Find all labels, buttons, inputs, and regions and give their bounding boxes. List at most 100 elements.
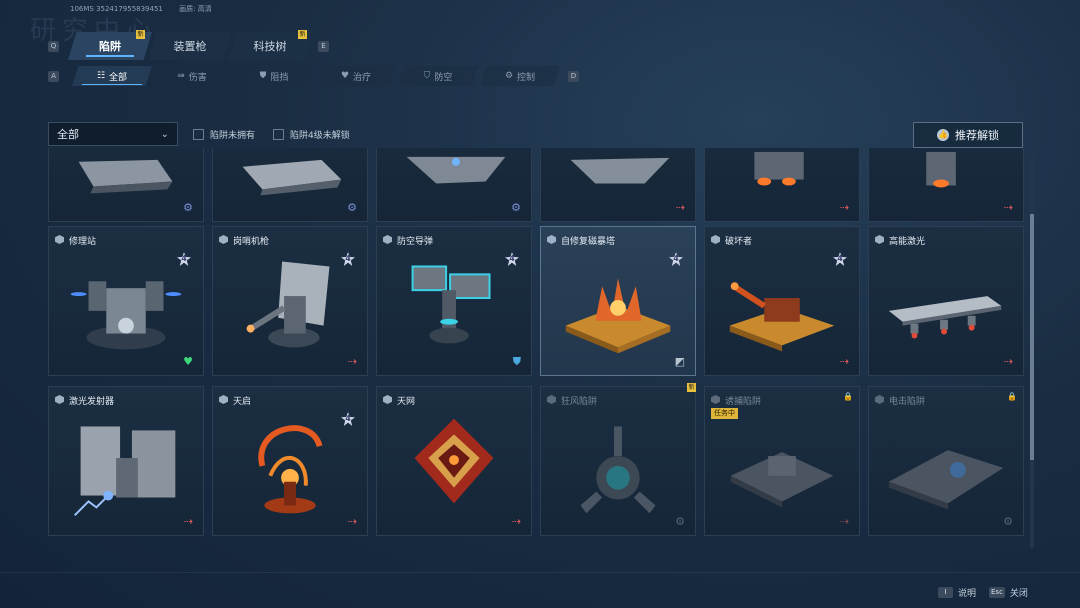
trap-type-icon [547, 395, 556, 404]
heart-icon[interactable]: ♥ [183, 356, 193, 367]
trap-card-partial[interactable]: ⚙ [376, 148, 532, 222]
trap-type-icon [711, 395, 720, 404]
level-star-badge: 4 [833, 252, 847, 266]
trap-card-gale-trap[interactable]: 狂风陷阱 新 ⚙ [540, 383, 696, 536]
arrow-right-icon[interactable]: ⇢ [840, 202, 849, 213]
arrow-right-icon[interactable]: ⇢ [840, 356, 849, 367]
recommend-unlock-label: 推荐解锁 [955, 129, 999, 142]
trap-model-image [258, 425, 323, 514]
trap-model-image [926, 151, 956, 188]
prev-subtab-key[interactable]: A [48, 71, 59, 82]
trap-model-image [414, 418, 494, 504]
trap-card-apocalypse[interactable]: 天启 4 ⇢ [212, 386, 368, 536]
tab-tech-tree-label: 科技树 [253, 40, 287, 53]
footer-divider [0, 572, 1080, 573]
trap-model-image [565, 278, 671, 354]
arrow-right-icon[interactable]: ⇢ [676, 202, 685, 213]
subtab-control-label: 控制 [517, 72, 536, 83]
subtab-heal[interactable]: ♥ 治疗 [316, 66, 396, 86]
trap-name: 高能激光 [889, 237, 926, 247]
next-tab-key[interactable]: E [318, 41, 329, 52]
trap-name: 自修复磁暴塔 [561, 237, 616, 247]
trap-type-icon [383, 235, 392, 244]
trap-card-high-energy-laser[interactable]: 高能激光 ⇢ [868, 226, 1024, 376]
trap-card-partial[interactable]: ⚙ [48, 148, 204, 222]
arrow-right-icon[interactable]: ⇢ [1004, 202, 1013, 213]
gear-icon[interactable]: ⚙ [1003, 516, 1013, 527]
prev-tab-key[interactable]: Q [48, 41, 59, 52]
level-star-badge: 4 [341, 412, 355, 426]
trap-name: 天启 [233, 397, 252, 407]
trap-name: 天网 [397, 397, 416, 407]
lock-icon: 🔒 [843, 392, 853, 401]
trap-name: 激光发射器 [69, 397, 115, 407]
trap-model-image [78, 159, 173, 194]
trap-name: 防空导弹 [397, 237, 434, 247]
lock-icon: 🔒 [1007, 392, 1017, 401]
gear-icon[interactable]: ⚙ [347, 202, 357, 213]
trap-type-icon [55, 235, 64, 244]
tab-device-gun[interactable]: 装置枪 [148, 32, 232, 60]
trap-card-capture-trap[interactable]: 诱捕陷阱 🔒 任务中 ⇢ [704, 386, 860, 536]
new-badge: 新 [687, 383, 696, 392]
help-key: I [938, 587, 953, 598]
recommend-unlock-button[interactable]: 👍 推荐解锁 [913, 122, 1023, 148]
trap-name: 电击陷阱 [889, 397, 926, 407]
subtab-all[interactable]: ☷ 全部 [72, 66, 152, 86]
trap-model-image [729, 282, 835, 352]
equipped-icon[interactable]: ◩ [675, 355, 685, 367]
arrow-right-icon[interactable]: ⇢ [184, 516, 193, 527]
trap-card-partial[interactable]: ⚙ [212, 148, 368, 222]
gear-icon[interactable]: ⚙ [675, 516, 685, 527]
trap-card-partial[interactable]: ⇢ [704, 148, 860, 222]
block-icon: ⛊ [259, 71, 267, 81]
trap-card-repair-station[interactable]: 修理站 4 ♥ [48, 226, 204, 376]
trap-card-electric-trap[interactable]: 电击陷阱 🔒 ⚙ [868, 386, 1024, 536]
trap-card-partial[interactable]: ⇢ [540, 148, 696, 222]
help-label: 说明 [958, 589, 977, 599]
subtab-antiair[interactable]: ⛉ 防空 [398, 66, 478, 86]
trap-card-destroyer[interactable]: 破坏者 4 ⇢ [704, 226, 860, 376]
gear-icon[interactable]: ⚙ [183, 202, 193, 213]
subtab-control[interactable]: ⚙ 控制 [480, 66, 560, 86]
trap-type-icon [219, 395, 228, 404]
trap-type-icon [55, 395, 64, 404]
trap-name: 修理站 [69, 237, 97, 247]
arrow-right-icon[interactable]: ⇢ [348, 356, 357, 367]
trap-card-anti-air-missile[interactable]: 防空导弹 4 ⛊ [376, 226, 532, 376]
subtab-damage[interactable]: ⇛ 伤害 [152, 66, 232, 86]
subtab-antiair-label: 防空 [434, 72, 453, 83]
trap-grid: ⚙ ⚙ ⚙ ⇢ ⇢ ⇢ 修理站 4 ♥ 岗哨机枪 4 ⇢ 防空导弹 4 ⛊ 自修… [48, 148, 1024, 548]
trap-card-self-repair-tesla[interactable]: 自修复磁暴塔 4 ◩ [540, 226, 696, 376]
antiair-icon: ⛉ [423, 71, 431, 81]
unowned-checkbox-label: 陷阱未拥有 [210, 131, 256, 141]
trap-card-sentry-gun[interactable]: 岗哨机枪 4 ⇢ [212, 226, 368, 376]
tab-traps-label: 陷阱 [99, 40, 121, 53]
arrow-right-icon[interactable]: ⇢ [840, 516, 849, 527]
level-star-badge: 4 [505, 252, 519, 266]
unowned-checkbox[interactable]: 陷阱未拥有 [193, 128, 255, 141]
trap-type-icon [875, 395, 884, 404]
trap-model-image [888, 450, 1004, 510]
level4-checkbox-box[interactable] [273, 129, 284, 140]
trap-name: 岗哨机枪 [233, 237, 270, 247]
subtab-all-label: 全部 [109, 72, 128, 83]
arrow-right-icon[interactable]: ⇢ [348, 516, 357, 527]
category-select[interactable]: 全部 ⌄ [48, 122, 178, 146]
subtab-block[interactable]: ⛊ 阻挡 [234, 66, 314, 86]
trap-card-laser-emitter[interactable]: 激光发射器 ⇢ [48, 386, 204, 536]
trap-model-image [70, 281, 182, 350]
trap-card-skynet[interactable]: 天网 ⇢ [376, 386, 532, 536]
grid-scrollbar-thumb[interactable] [1030, 214, 1034, 460]
trap-card-partial[interactable]: ⇢ [868, 148, 1024, 222]
arrow-right-icon[interactable]: ⇢ [512, 516, 521, 527]
shield-icon[interactable]: ⛊ [513, 356, 521, 367]
next-subtab-key[interactable]: D [568, 71, 579, 82]
help-hint[interactable]: I 说明 [938, 586, 976, 599]
close-hint[interactable]: Esc 关闭 [989, 586, 1028, 599]
level4-checkbox[interactable]: 陷阱4级未解锁 [273, 128, 350, 141]
heal-icon: ♥ [340, 71, 350, 81]
arrow-right-icon[interactable]: ⇢ [1004, 356, 1013, 367]
unowned-checkbox-box[interactable] [193, 129, 204, 140]
gear-icon[interactable]: ⚙ [511, 202, 521, 213]
